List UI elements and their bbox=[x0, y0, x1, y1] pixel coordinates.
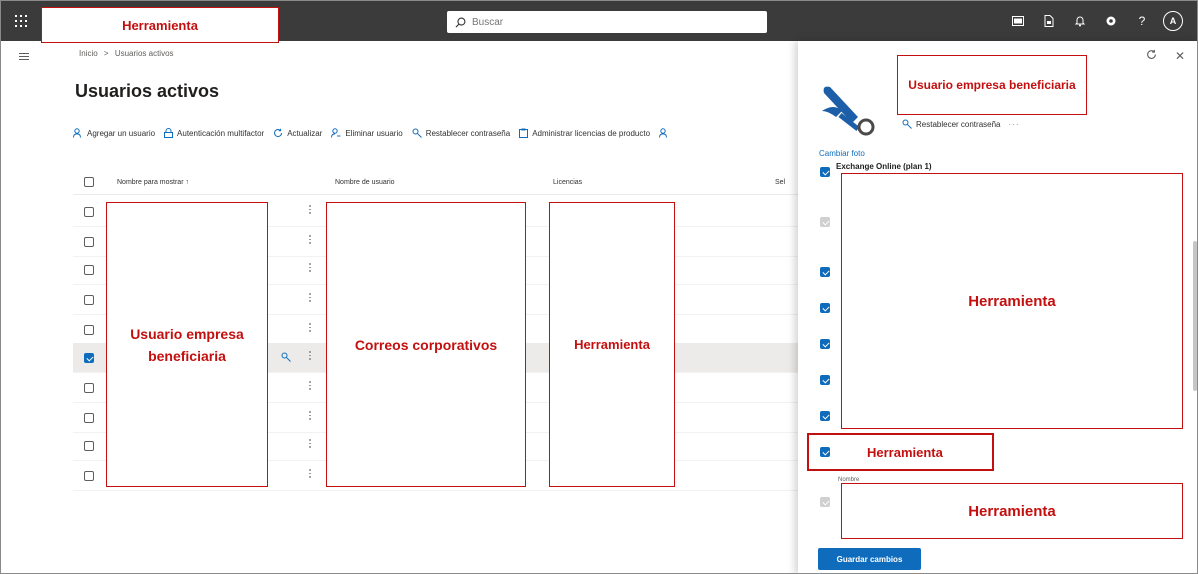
tools-icon bbox=[822, 86, 875, 136]
settings-icon[interactable] bbox=[1097, 7, 1125, 35]
row-checkbox[interactable] bbox=[84, 295, 94, 305]
app-launcher-button[interactable] bbox=[1, 1, 41, 41]
select-all-checkbox[interactable] bbox=[84, 177, 94, 187]
terminal-icon[interactable] bbox=[1004, 7, 1032, 35]
panel-tool-annotation-box: Herramienta bbox=[807, 433, 994, 471]
license-title: Exchange Online (plan 1) bbox=[836, 162, 932, 171]
refresh-icon bbox=[274, 128, 283, 138]
app-checkbox[interactable] bbox=[820, 167, 830, 177]
app-checkbox[interactable] bbox=[820, 411, 830, 421]
clipboard-icon bbox=[519, 128, 529, 138]
more-icon[interactable] bbox=[309, 439, 312, 450]
search-box[interactable] bbox=[447, 11, 767, 33]
row-checkbox[interactable] bbox=[84, 237, 94, 247]
table-header: Nombre para mostrar ↑ Nombre de usuario … bbox=[73, 171, 803, 195]
refresh-button[interactable]: Actualizar bbox=[273, 128, 322, 138]
reset-password-button[interactable]: Restablecer contraseña bbox=[412, 128, 511, 138]
waffle-icon bbox=[15, 15, 27, 27]
app-annotation-box: Herramienta bbox=[41, 7, 279, 43]
search-icon bbox=[455, 17, 466, 27]
more-icon[interactable] bbox=[309, 351, 312, 362]
row-checkbox[interactable] bbox=[84, 383, 94, 393]
col-licenses[interactable]: Licencias bbox=[553, 179, 582, 186]
save-changes-button[interactable]: Guardar cambios bbox=[818, 548, 921, 570]
mfa-button[interactable]: Autenticación multifactor bbox=[164, 128, 264, 138]
key-icon bbox=[902, 119, 912, 129]
row-checkbox[interactable] bbox=[84, 353, 94, 363]
more-icon[interactable] bbox=[309, 381, 312, 392]
panel-apps-annotation-box: Herramienta bbox=[841, 173, 1183, 429]
col-display-name[interactable]: Nombre para mostrar ↑ bbox=[117, 179, 189, 186]
more-icon[interactable]: ··· bbox=[1009, 120, 1020, 129]
delete-user-label: Eliminar usuario bbox=[345, 128, 403, 138]
user-name-annotation-box: Usuario empresa beneficiaria bbox=[106, 202, 268, 487]
reset-password-label: Restablecer contraseña bbox=[425, 128, 511, 138]
panel-bottom-annotation-box: Herramienta bbox=[841, 483, 1183, 539]
panel-reset-password-label: Restablecer contraseña bbox=[916, 119, 1001, 129]
row-checkbox[interactable] bbox=[84, 265, 94, 275]
more-actions-button[interactable] bbox=[659, 128, 673, 138]
app-checkbox-disabled bbox=[820, 217, 830, 227]
app-window: ? A Herramienta Inicio > Usuarios activo… bbox=[0, 0, 1198, 574]
mfa-label: Autenticación multifactor bbox=[177, 128, 265, 138]
delete-user-button[interactable]: Eliminar usuario bbox=[331, 128, 403, 138]
breadcrumb-current: Usuarios activos bbox=[114, 49, 174, 58]
person-icon bbox=[659, 128, 668, 138]
help-icon[interactable]: ? bbox=[1128, 7, 1156, 35]
app-checkbox[interactable] bbox=[820, 339, 830, 349]
key-icon bbox=[412, 128, 422, 138]
more-icon[interactable] bbox=[309, 263, 312, 274]
search-input[interactable] bbox=[472, 16, 732, 28]
page-title: Usuarios activos bbox=[75, 81, 220, 101]
person-add-icon bbox=[73, 128, 81, 138]
key-icon[interactable] bbox=[281, 352, 291, 362]
change-photo-link[interactable]: Cambiar foto bbox=[819, 149, 865, 158]
app-checkbox-disabled bbox=[820, 497, 830, 507]
lock-icon bbox=[164, 128, 174, 138]
refresh-label: Actualizar bbox=[287, 128, 323, 138]
close-icon[interactable]: ✕ bbox=[1175, 49, 1185, 63]
breadcrumb: Inicio > Usuarios activos bbox=[79, 49, 174, 58]
email-annotation-box: Correos corporativos bbox=[326, 202, 526, 487]
row-checkbox[interactable] bbox=[84, 441, 94, 451]
manage-licenses-button[interactable]: Administrar licencias de producto bbox=[519, 128, 650, 138]
col-username[interactable]: Nombre de usuario bbox=[335, 179, 395, 186]
more-icon[interactable] bbox=[309, 469, 312, 480]
panel-user-annotation-box: Usuario empresa beneficiaria bbox=[897, 55, 1087, 115]
app-checkbox[interactable] bbox=[820, 303, 830, 313]
add-user-button[interactable]: Agregar un usuario bbox=[73, 128, 155, 138]
col-select[interactable]: Sel bbox=[775, 179, 785, 186]
more-icon[interactable] bbox=[309, 205, 312, 216]
row-checkbox[interactable] bbox=[84, 471, 94, 481]
more-icon[interactable] bbox=[309, 323, 312, 334]
app-checkbox[interactable] bbox=[820, 267, 830, 277]
person-remove-icon bbox=[331, 128, 341, 138]
top-bar-actions: ? A bbox=[1001, 1, 1187, 41]
breadcrumb-separator: > bbox=[103, 49, 109, 58]
command-bar: Agregar un usuario Autenticación multifa… bbox=[73, 128, 682, 138]
row-checkbox[interactable] bbox=[84, 325, 94, 335]
manage-licenses-label: Administrar licencias de producto bbox=[532, 128, 651, 138]
panel-reset-password-link[interactable]: Restablecer contraseña ··· bbox=[902, 119, 1020, 129]
more-icon[interactable] bbox=[309, 293, 312, 304]
refresh-icon[interactable] bbox=[1146, 49, 1157, 60]
panel-scrollbar[interactable] bbox=[1193, 241, 1197, 391]
avatar: A bbox=[1163, 11, 1183, 31]
add-user-label: Agregar un usuario bbox=[87, 128, 156, 138]
hamburger-icon[interactable] bbox=[19, 53, 29, 62]
more-icon[interactable] bbox=[309, 411, 312, 422]
row-checkbox[interactable] bbox=[84, 207, 94, 217]
bell-icon[interactable] bbox=[1066, 7, 1094, 35]
app-checkbox[interactable] bbox=[820, 375, 830, 385]
document-icon[interactable] bbox=[1035, 7, 1063, 35]
account-button[interactable]: A bbox=[1159, 7, 1187, 35]
row-checkbox[interactable] bbox=[84, 413, 94, 423]
licenses-annotation-box: Herramienta bbox=[549, 202, 675, 487]
breadcrumb-home[interactable]: Inicio bbox=[79, 49, 98, 58]
more-icon[interactable] bbox=[309, 235, 312, 246]
